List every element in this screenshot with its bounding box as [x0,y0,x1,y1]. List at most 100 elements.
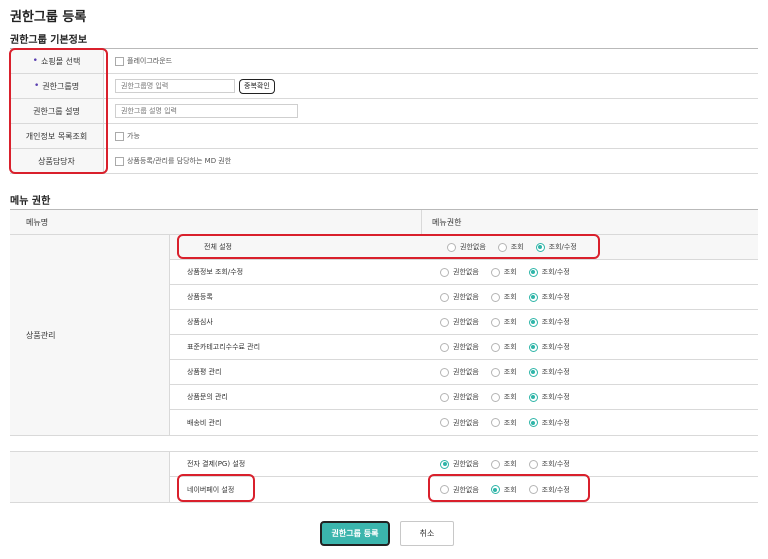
shop-checkbox-label: 플레이그라운드 [127,57,173,65]
group-name-label: • 권한그룹명 [10,74,104,98]
permission-option[interactable]: 권한없음 [440,342,479,352]
privacy-checkbox[interactable] [115,131,124,141]
permission-option[interactable]: 조회/수정 [528,342,570,352]
radio-label: 조회/수정 [541,460,570,468]
radio-button[interactable] [440,292,449,302]
radio-button[interactable] [528,392,538,402]
required-marker: • [32,56,38,66]
radio-button[interactable] [490,317,500,327]
radio-button[interactable] [490,342,500,352]
permission-option[interactable]: 조회 [490,367,517,377]
group-name-row: •권한그룹명 중복확인 [10,74,758,99]
permission-option[interactable]: 권한없음 [447,242,486,252]
radio-label: 권한없음 [453,318,479,326]
radio-button[interactable] [490,485,500,494]
radio-button[interactable] [447,242,456,252]
permission-option[interactable]: 조회/수정 [528,392,570,402]
menu-row: 네이버페이 설정 권한없음 조회 조회/수정 [170,477,758,502]
menu-group-products: 상품관리 전체 설정 권한없음 조회 조회/수정 상품정보 조회/수정 권한없음 조회 조회/… [10,235,758,436]
radio-label: 조회 [503,418,517,427]
cancel-button[interactable]: 취소 [400,521,454,546]
permission-option[interactable]: 조회/수정 [528,367,570,377]
group-desc-input[interactable] [115,104,298,118]
permission-option[interactable]: 권한없음 [440,459,479,469]
permission-option[interactable]: 조회 [490,342,517,352]
permission-option[interactable]: 조회 [490,392,517,402]
radio-button[interactable] [497,242,507,252]
permission-option[interactable]: 조회 [490,267,517,277]
permission-option[interactable]: 권한없음 [440,485,479,495]
register-group-button[interactable]: 권한그룹 등록 [320,521,390,546]
md-value: 상품등록/관리를 담당하는 MD 권한 [104,149,758,173]
permission-option[interactable]: 조회/수정 [528,317,570,327]
menu-table-header: 메뉴명 메뉴권한 [10,210,758,235]
permission-option[interactable]: 조회/수정 [528,292,570,302]
menu-row: 전체 설정 권한없음 조회 조회/수정 [170,235,758,260]
menu-row-permissions: 권한없음 조회 조회/수정 [422,285,758,309]
radio-button[interactable] [528,459,538,469]
permission-option[interactable]: 조회 [497,242,524,252]
permission-option[interactable]: 조회 [490,459,517,469]
shop-checkbox[interactable] [115,56,124,66]
radio-label: 조회/수정 [541,418,570,427]
radio-button[interactable] [528,342,538,352]
permission-option[interactable]: 조회/수정 [535,242,577,252]
radio-button[interactable] [440,267,449,277]
radio-button[interactable] [440,485,449,494]
radio-button[interactable] [440,459,449,469]
menu-row-permissions: 권한없음 조회 조회/수정 [422,360,758,384]
permission-option[interactable]: 조회/수정 [528,418,570,428]
radio-button[interactable] [490,459,500,469]
permission-option[interactable]: 권한없음 [440,418,479,428]
permission-option[interactable]: 조회 [490,317,517,327]
radio-label: 권한없음 [453,460,479,468]
radio-button[interactable] [528,485,538,494]
radio-label: 조회 [503,368,517,376]
radio-button[interactable] [440,367,449,377]
permission-option[interactable]: 조회 [490,292,517,302]
menu-row-permissions: 권한없음 조회 조회/수정 [422,260,758,284]
radio-label: 권한없음 [453,418,479,427]
permission-option[interactable]: 조회/수정 [528,267,570,277]
radio-button[interactable] [490,292,500,302]
menu-row-permissions: 권한없음 조회 조회/수정 [422,235,758,259]
permission-option[interactable]: 권한없음 [440,317,479,327]
required-marker: • [33,81,40,91]
menu-row: 전자 결제(PG) 설정 권한없음 조회 조회/수정 [170,452,758,477]
permission-option[interactable]: 조회 [490,485,517,495]
duplicate-check-button[interactable]: 중복확인 [239,78,275,94]
radio-button[interactable] [528,267,538,277]
permission-option[interactable]: 조회/수정 [528,459,570,469]
group-name-input[interactable] [115,79,235,93]
menu-row: 상품평 관리 권한없음 조회 조회/수정 [170,360,758,385]
permission-option[interactable]: 권한없음 [440,292,479,302]
permission-option[interactable]: 권한없음 [440,367,479,377]
radio-button[interactable] [490,267,500,277]
radio-button[interactable] [490,392,500,402]
page-title: 권한그룹 등록 [10,10,87,25]
radio-button[interactable] [440,317,449,327]
group-rows: 전체 설정 권한없음 조회 조회/수정 상품정보 조회/수정 권한없음 조회 조회/수정 상품등… [170,235,758,435]
radio-button[interactable] [528,418,538,427]
radio-button[interactable] [535,242,545,252]
radio-button[interactable] [490,367,500,377]
permission-option[interactable]: 조회/수정 [528,485,570,495]
radio-button[interactable] [440,418,449,427]
shop-select-row: • 쇼핑몰 선택 플레이그라운드 [10,49,758,74]
permission-option[interactable]: 권한없음 [440,267,479,277]
menu-permission-table: 메뉴명 메뉴권한 상품관리 전체 설정 권한없음 조회 조회/수정 상품정보 조회/수정… [10,209,758,503]
menu-row-name: 표준카테고리수수료 관리 [187,343,261,351]
radio-label: 조회/수정 [548,243,577,251]
menu-row: 배송비 관리 권한없음 조회 조회/수정 [170,410,758,435]
radio-button[interactable] [440,392,449,402]
shop-select-label: • 쇼핑몰 선택 [10,49,104,73]
radio-button[interactable] [528,292,538,302]
radio-button[interactable] [490,418,500,427]
permission-option[interactable]: 권한없음 [440,392,479,402]
md-checkbox[interactable] [115,156,124,166]
radio-button[interactable] [528,367,538,377]
radio-button[interactable] [528,317,538,327]
radio-button[interactable] [440,342,449,352]
permission-option[interactable]: 조회 [490,418,517,428]
radio-label: 권한없음 [453,268,479,276]
